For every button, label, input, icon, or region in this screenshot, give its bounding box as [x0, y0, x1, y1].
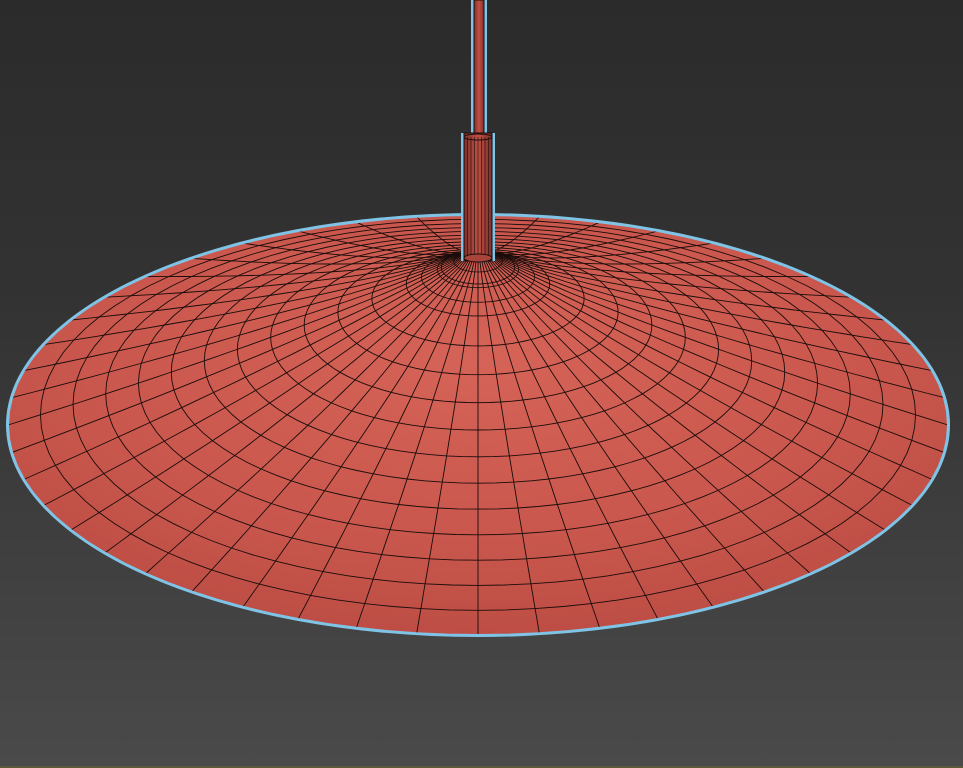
3d-viewport[interactable] — [0, 0, 963, 768]
lamp-shade-mesh[interactable] — [6, 213, 950, 637]
lamp-cable[interactable] — [471, 0, 487, 137]
lamp-collar[interactable] — [461, 132, 495, 263]
viewport-scene[interactable] — [0, 0, 963, 768]
